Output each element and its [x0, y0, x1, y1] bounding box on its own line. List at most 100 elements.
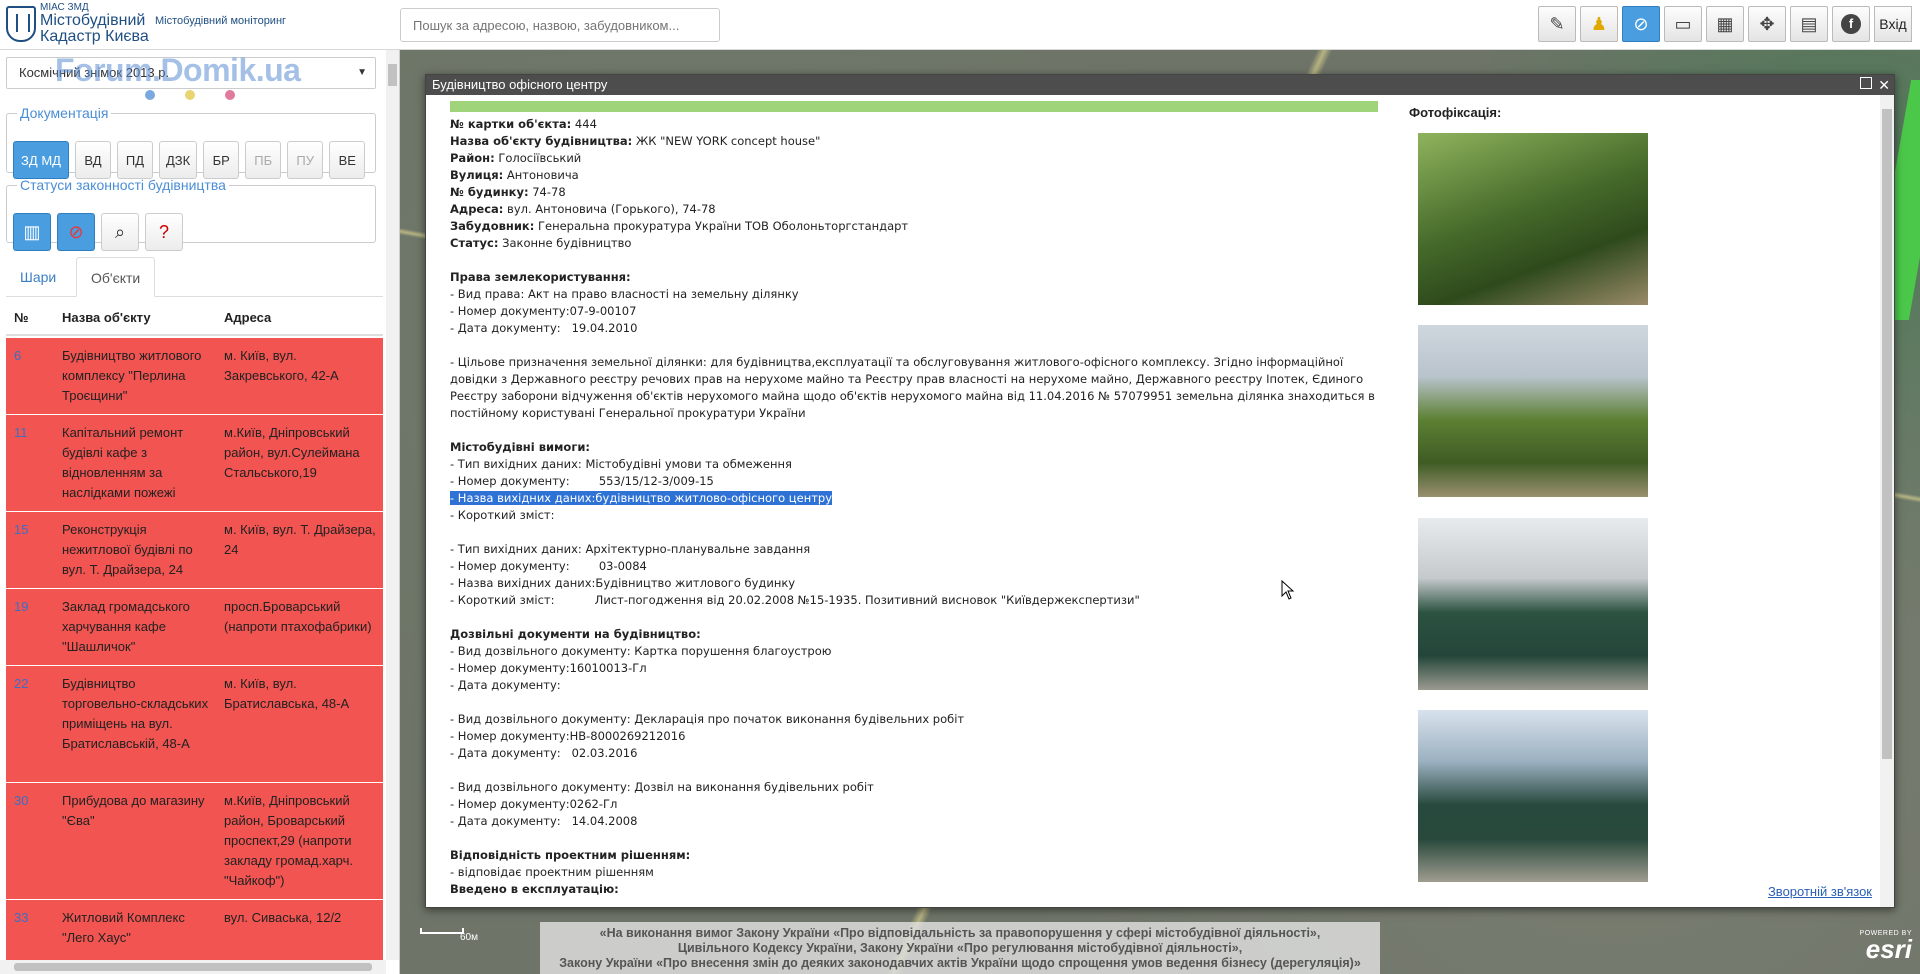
land-doc-date: - Дата документу: 19.04.2010 — [450, 321, 638, 335]
commissioning-heading: Введено в експлуатацію: — [450, 882, 619, 896]
print-icon[interactable]: ▤ — [1790, 6, 1828, 42]
esri-brand: esri — [1865, 934, 1912, 964]
feedback-link[interactable]: Зворотній зв'язок — [1768, 884, 1872, 899]
logo-text[interactable]: МІАС ЗМД Містобудівний Кадастр Києва — [40, 2, 149, 45]
legal-notice-line-2: Цивільного Кодексу України, Закону Украї… — [677, 941, 1243, 955]
measure-icon[interactable]: ▦ — [1706, 6, 1744, 42]
sidebar-hscroll-thumb[interactable] — [14, 963, 372, 971]
table-row[interactable]: 6 Будівництво житлового комплексу "Перли… — [6, 338, 383, 415]
site-photo[interactable] — [1418, 325, 1648, 497]
esri-logo[interactable]: POWERED BY esri — [1860, 930, 1912, 964]
search-input[interactable] — [400, 8, 720, 42]
urban-2-number: - Номер документу: 03-0084 — [450, 559, 647, 573]
map-toolbar: ✎ ♟ ⊘ ▭ ▦ ✥ ▤ f Вхід — [1538, 6, 1912, 42]
table-row[interactable]: 19 Заклад громадського харчування кафе "… — [6, 589, 383, 666]
row-address: м. Київ, вул. Братиславська, 48-А — [224, 676, 350, 711]
permit-3-type: - Вид дозвільного документу: Дозвіл на в… — [450, 780, 874, 794]
row-address: вул. Сиваська, 12/2 — [224, 910, 342, 925]
popup-title: Будівництво офісного центру — [432, 77, 608, 92]
sidebar-horizontal-scrollbar[interactable] — [0, 960, 386, 974]
doc-button-br[interactable]: БР — [203, 141, 240, 179]
popup-body: № картки об'єкта: 444 Назва об'єкту буді… — [450, 101, 1380, 901]
popup-scroll-thumb[interactable] — [1882, 109, 1892, 759]
site-photo[interactable] — [1418, 133, 1648, 305]
legal-notice: «На виконання вимог Закону України «Про … — [540, 922, 1380, 974]
doc-button-pd[interactable]: ПД — [117, 141, 153, 179]
popup-scrollbar[interactable] — [1880, 95, 1894, 907]
info-card-number: № картки об'єкта: 444 — [450, 117, 597, 131]
row-number[interactable]: 15 — [14, 520, 28, 540]
table-row[interactable]: 22 Будівництво торговельно-складських пр… — [6, 666, 383, 783]
person-icon[interactable]: ♟ — [1580, 6, 1618, 42]
login-button[interactable]: Вхід — [1874, 6, 1912, 42]
doc-button-dzk[interactable]: ДЗК — [159, 141, 198, 179]
compass-icon[interactable]: ⊘ — [1622, 6, 1660, 42]
site-photo[interactable] — [1418, 518, 1648, 690]
close-icon[interactable]: ✕ — [1878, 75, 1890, 95]
permit-2-number: - Номер документу:НВ-8000269212016 — [450, 729, 686, 743]
illegal-building-icon[interactable]: ⊘ — [57, 213, 95, 251]
doc-button-pb[interactable]: ПБ — [245, 141, 282, 179]
app-subtitle: Містобудівний моніторинг — [155, 15, 287, 27]
legality-status-legend: Статуси законності будівництва — [20, 177, 226, 193]
status-button-row: ▥ ⊘ ⌕ ? — [13, 213, 183, 251]
kyiv-logo-icon — [6, 6, 36, 42]
urban-1-summary: - Короткий зміст: — [450, 508, 555, 522]
table-row[interactable]: 11 Капітальний ремонт будівлі кафе з від… — [6, 415, 383, 512]
permit-3-date: - Дата документу: 14.04.2008 — [450, 814, 638, 828]
info-status: Статус: Законне будівництво — [450, 236, 632, 250]
facebook-icon[interactable]: f — [1832, 6, 1870, 42]
row-number[interactable]: 33 — [14, 908, 28, 928]
land-purpose: - Цільове призначення земельної ділянки:… — [450, 355, 1375, 420]
urban-2-name: - Назва вихідних даних:Будівництво житло… — [450, 576, 796, 590]
row-number[interactable]: 22 — [14, 674, 28, 694]
legal-building-icon[interactable]: ▥ — [13, 213, 51, 251]
row-number[interactable]: 19 — [14, 597, 28, 617]
row-name: Реконструкція нежитлової будівлі по вул.… — [62, 522, 193, 577]
tab-objects[interactable]: Об'єкти — [76, 257, 156, 297]
doc-button-pu[interactable]: ПУ — [287, 141, 324, 179]
info-developer: Забудовник: Генеральна прокуратура Украї… — [450, 219, 909, 233]
forum-watermark: Forum.Domik.ua — [55, 52, 301, 88]
sidebar-content: Космічний знімок 2013 р. ▼ Forum.Domik.u… — [0, 50, 385, 960]
legal-notice-line-1: «На виконання вимог Закону України «Про … — [599, 926, 1321, 940]
progress-bar — [450, 101, 1378, 112]
table-row[interactable]: 30 Прибудова до магазину "Єва" м.Київ, Д… — [6, 783, 383, 900]
logo-line-1: Містобудівний — [40, 12, 146, 29]
doc-button-vd[interactable]: ВД — [75, 141, 111, 179]
row-name: Капітальний ремонт будівлі кафе з віднов… — [62, 425, 184, 500]
ruler-icon[interactable]: ▭ — [1664, 6, 1702, 42]
sidebar: Космічний знімок 2013 р. ▼ Forum.Domik.u… — [0, 50, 400, 974]
documentation-legend: Документація — [20, 105, 109, 121]
info-street: Вулиця: Антоновича — [450, 168, 579, 182]
table-row[interactable]: 15 Реконструкція нежитлової будівлі по в… — [6, 512, 383, 589]
land-rights-heading: Права землекористування: — [450, 270, 631, 284]
unknown-status-icon[interactable]: ? — [145, 213, 183, 251]
info-address: Адреса: вул. Антоновича (Горького), 74-7… — [450, 202, 716, 216]
row-number[interactable]: 11 — [14, 423, 28, 443]
objects-table-header: № Назва об'єкту Адреса — [6, 298, 383, 336]
row-number[interactable]: 30 — [14, 791, 28, 811]
compliance-value: - відповідає проектним рішенням — [450, 865, 654, 879]
doc-button-ve[interactable]: ВЕ — [329, 141, 366, 179]
tab-layers[interactable]: Шари — [6, 257, 70, 297]
permit-1-date: - Дата документу: — [450, 678, 561, 692]
row-number[interactable]: 6 — [14, 346, 21, 366]
popup-title-bar: Будівництво офісного центру ✕ — [426, 75, 1894, 95]
permits-heading: Дозвільні документи на будівництво: — [450, 627, 701, 641]
sidebar-scroll-thumb[interactable] — [388, 64, 397, 86]
table-row[interactable]: 33 Житловий Комплекс "Лего Хаус" вул. Си… — [6, 900, 383, 960]
edit-icon[interactable]: ✎ — [1538, 6, 1576, 42]
scale-bar — [420, 928, 464, 934]
scale-label: 60м — [460, 932, 478, 943]
move-icon[interactable]: ✥ — [1748, 6, 1786, 42]
search-icon[interactable]: ⌕ — [101, 213, 139, 251]
sidebar-vertical-scrollbar[interactable] — [386, 50, 399, 960]
maximize-icon[interactable] — [1860, 77, 1872, 89]
info-object-name: Назва об'єкту будівництва: ЖК "NEW YORK … — [450, 134, 821, 148]
row-name: Житловий Комплекс "Лего Хаус" — [62, 910, 185, 945]
doc-button-zd-md[interactable]: ЗД МД — [13, 141, 69, 179]
site-photo[interactable] — [1418, 710, 1648, 882]
sidebar-tabs: Шари Об'єкти — [6, 257, 383, 297]
urban-requirements-heading: Містобудівні вимоги: — [450, 440, 590, 454]
